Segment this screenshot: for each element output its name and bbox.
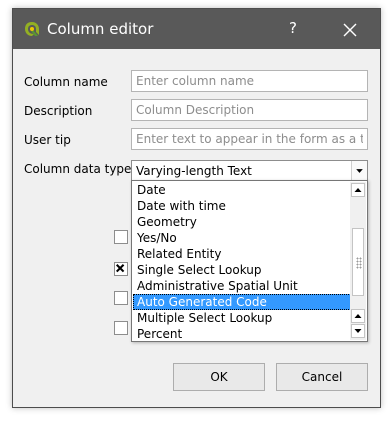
- grip-icon: [356, 257, 362, 269]
- checkbox-1[interactable]: [114, 230, 128, 244]
- column-editor-dialog: Column editor ? Column name Description …: [12, 8, 381, 408]
- scroll-up-button[interactable]: [351, 183, 365, 197]
- description-input[interactable]: [131, 99, 368, 121]
- arrow-up-icon: [354, 188, 362, 192]
- list-item[interactable]: Date: [133, 182, 351, 198]
- arrow-up-icon: [354, 314, 362, 318]
- column-data-type-value: Varying-length Text: [136, 164, 252, 178]
- column-data-type-select[interactable]: Varying-length Text: [131, 160, 368, 181]
- list-item[interactable]: Date with time: [133, 198, 351, 214]
- list-scrollbar[interactable]: [350, 182, 366, 340]
- arrow-down-icon: [354, 329, 362, 333]
- user-tip-input[interactable]: [131, 128, 368, 150]
- cancel-button[interactable]: Cancel: [276, 363, 368, 391]
- list-item-selected[interactable]: Auto Generated Code: [133, 294, 351, 310]
- data-type-dropdown-list[interactable]: Date Date with time Geometry Yes/No Rela…: [131, 180, 368, 342]
- list-item[interactable]: Multiple Select Lookup: [133, 310, 351, 326]
- title-bar: Column editor ?: [13, 9, 380, 49]
- list-item[interactable]: Percent: [133, 326, 351, 342]
- chevron-down-icon[interactable]: [351, 161, 367, 180]
- list-item[interactable]: Related Entity: [133, 246, 351, 262]
- list-item[interactable]: Geometry: [133, 214, 351, 230]
- list-item[interactable]: Yes/No: [133, 230, 351, 246]
- ok-button[interactable]: OK: [173, 363, 265, 391]
- close-icon[interactable]: [337, 19, 363, 41]
- qgis-logo-icon: [25, 22, 39, 36]
- checkmark-icon: [115, 263, 125, 273]
- checkbox-2[interactable]: [114, 262, 128, 276]
- description-label: Description: [24, 104, 93, 118]
- list-item[interactable]: Single Select Lookup: [133, 262, 351, 278]
- help-button[interactable]: ?: [281, 19, 305, 41]
- checkbox-4[interactable]: [114, 321, 128, 335]
- list-item[interactable]: Administrative Spatial Unit: [133, 278, 351, 294]
- scroll-thumb[interactable]: [352, 228, 364, 296]
- window-title: Column editor: [47, 20, 154, 38]
- scroll-down-button[interactable]: [351, 324, 365, 338]
- column-data-type-label: Column data type: [24, 162, 132, 176]
- column-name-label: Column name: [24, 75, 108, 89]
- column-name-input[interactable]: [131, 70, 368, 92]
- user-tip-label: User tip: [24, 133, 71, 147]
- checkbox-3[interactable]: [114, 291, 128, 305]
- scroll-up-button-lower[interactable]: [351, 309, 365, 323]
